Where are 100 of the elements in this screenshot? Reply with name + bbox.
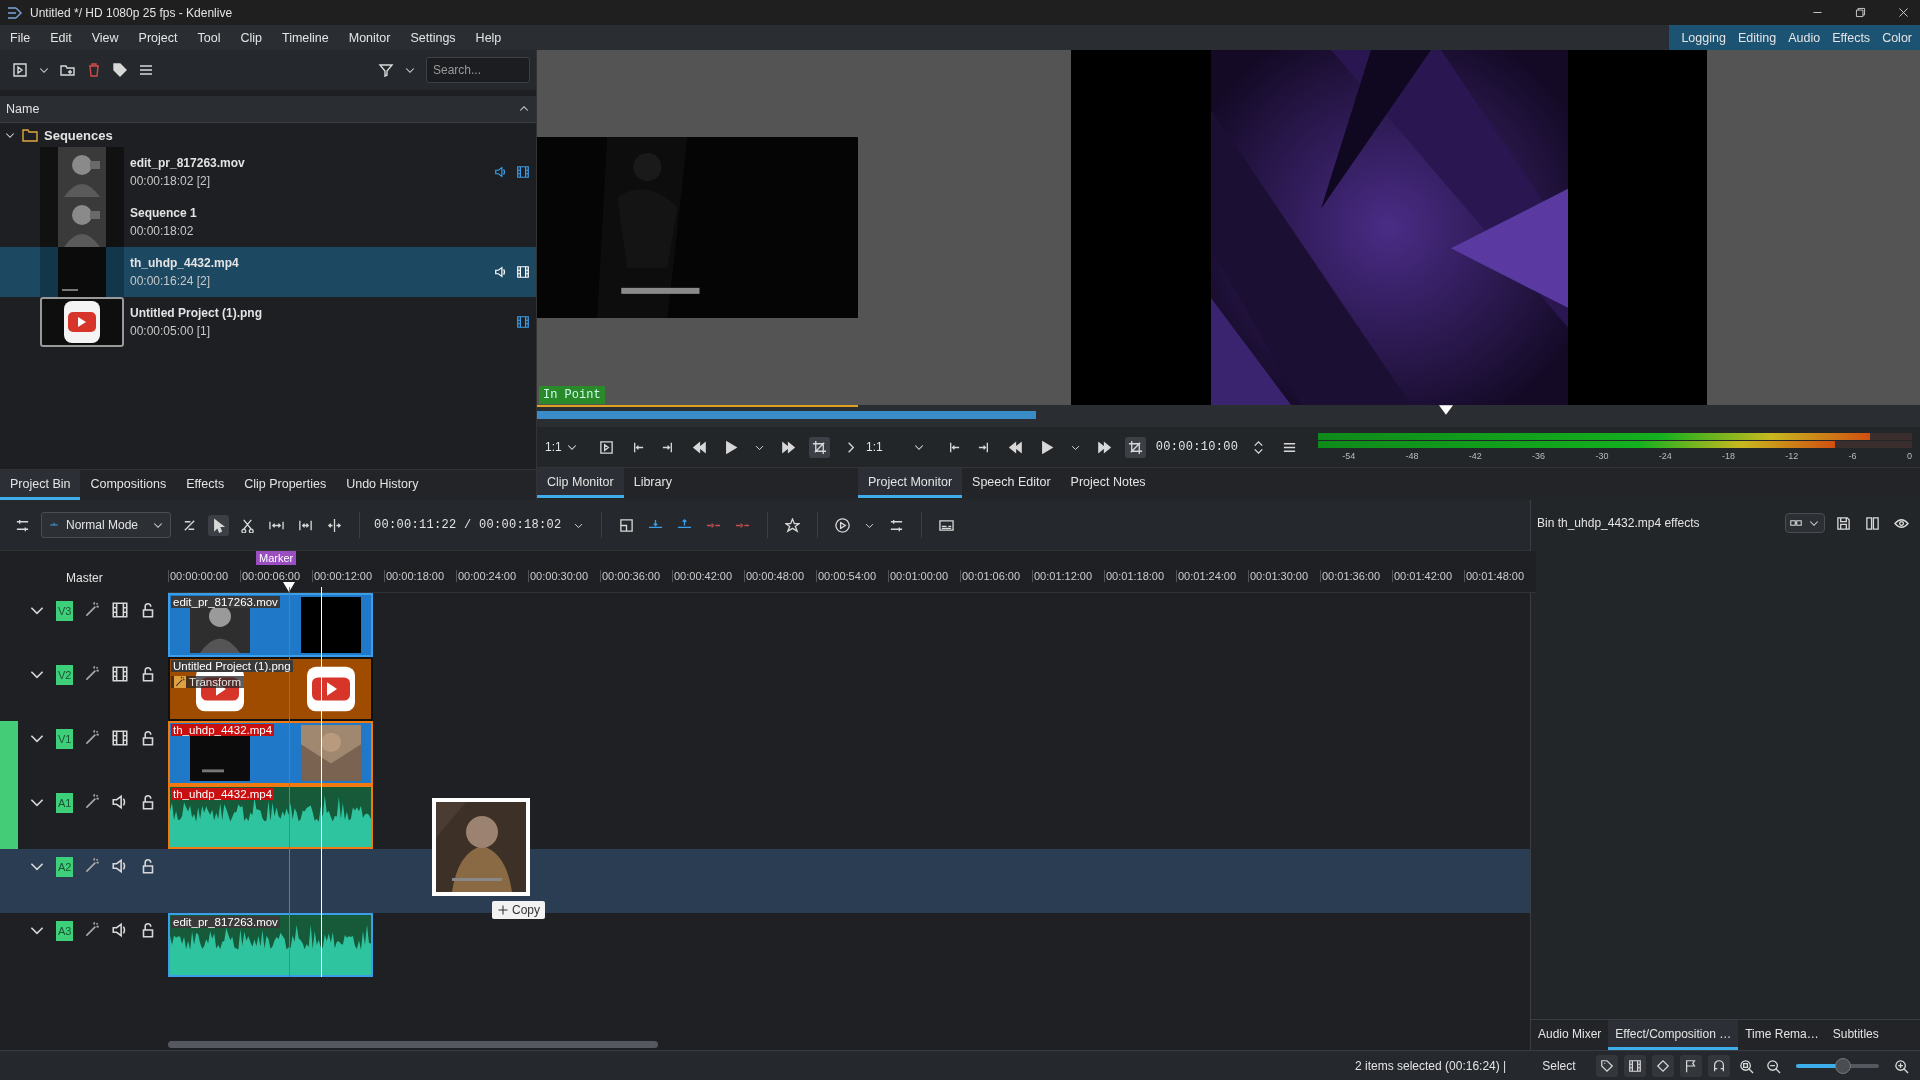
menu-item[interactable]: Project: [138, 30, 178, 45]
ruler-label: 00:01:12:00: [1032, 570, 1104, 582]
wand-icon[interactable]: [83, 793, 102, 811]
copy-tooltip: Copy: [492, 901, 545, 919]
timeline-ruler[interactable]: [168, 551, 1536, 593]
link-dropdown[interactable]: [1785, 513, 1825, 533]
workspace-tab[interactable]: Color: [1882, 30, 1912, 45]
tag-icon[interactable]: [112, 62, 128, 78]
bin-item[interactable]: Untitled Project (1).png 00:00:05:00 [1]: [0, 297, 536, 347]
panel-tab[interactable]: Time Rema…: [1738, 1020, 1826, 1050]
panel-tab[interactable]: Effect/Composition …: [1608, 1020, 1739, 1050]
timeline-clip[interactable]: th_uhdp_4432.mp4: [168, 721, 373, 785]
panel-tab[interactable]: Clip Properties: [234, 470, 337, 500]
clip-icon[interactable]: [12, 62, 28, 78]
menu-item[interactable]: Edit: [50, 30, 72, 45]
menu-item[interactable]: Monitor: [348, 30, 391, 45]
wand-icon: [174, 676, 186, 688]
meter-scale-label: -30: [1595, 451, 1609, 461]
monitor-ruler[interactable]: [858, 405, 1920, 427]
close-icon[interactable]: [1897, 6, 1910, 19]
track-name[interactable]: A1: [56, 793, 74, 813]
panel-tab[interactable]: Effects: [176, 470, 235, 500]
clip-label: edit_pr_817263.mov: [171, 596, 280, 608]
magnet-icon[interactable]: [1707, 1055, 1730, 1077]
menu-item[interactable]: Timeline: [281, 30, 329, 45]
panel-tab[interactable]: Subtitles: [1825, 1020, 1886, 1050]
crop-icon[interactable]: [808, 436, 830, 458]
wand-icon[interactable]: [83, 857, 102, 875]
column-header[interactable]: Name: [0, 96, 536, 123]
timecode-field[interactable]: 00:00:10:00: [1155, 440, 1239, 454]
zoom-dropdown[interactable]: 1:1: [866, 440, 933, 454]
menu-item[interactable]: File: [10, 30, 31, 45]
film-icon[interactable]: [1623, 1055, 1646, 1077]
track-name[interactable]: A2: [56, 857, 74, 877]
timeline-clip[interactable]: Untitled Project (1).png Transform: [168, 657, 373, 721]
bin-item[interactable]: edit_pr_817263.mov 00:00:18:02 [2]: [0, 147, 536, 197]
panel-tab[interactable]: Compositions: [80, 470, 177, 500]
folder-name[interactable]: Sequences: [44, 127, 113, 143]
bin-item[interactable]: th_uhdp_4432.mp4 00:00:16:24 [2]: [0, 247, 536, 297]
panel-tab[interactable]: Undo History: [336, 470, 429, 500]
restore-icon[interactable]: [1854, 6, 1867, 19]
menu-item[interactable]: Settings: [410, 30, 456, 45]
timeline-clip[interactable]: edit_pr_817263.mov: [168, 593, 373, 657]
workspace-tab[interactable]: Logging: [1681, 30, 1726, 45]
film-icon[interactable]: [111, 665, 130, 683]
monitor-ruler[interactable]: [537, 405, 858, 427]
marker-icon[interactable]: [1651, 1055, 1674, 1077]
workspace-tab[interactable]: Effects: [1832, 30, 1871, 45]
crop-icon[interactable]: [1124, 436, 1146, 458]
meter-scale-label: -18: [1722, 451, 1735, 461]
menu-item[interactable]: Tool: [197, 30, 221, 45]
bin-item[interactable]: Sequence 1 00:00:18:02: [0, 197, 536, 247]
zoom-dropdown[interactable]: 1:1: [545, 440, 586, 454]
workspace-tab[interactable]: Audio: [1788, 30, 1821, 45]
zoom-slider[interactable]: [1795, 1058, 1879, 1074]
track-name[interactable]: V1: [56, 729, 74, 749]
panel-tab[interactable]: Project Monitor: [858, 468, 963, 498]
effects-panel-title: Bin th_uhdp_4432.mp4 effects: [1537, 516, 1700, 530]
track-name[interactable]: V3: [56, 601, 74, 621]
panel-tab[interactable]: Project Bin: [0, 470, 81, 500]
menu-item[interactable]: Help: [475, 30, 502, 45]
panel-tab[interactable]: Clip Monitor: [537, 468, 624, 498]
menu-item[interactable]: View: [91, 30, 119, 45]
marker-label[interactable]: Marker: [256, 551, 297, 565]
panel-tab[interactable]: Speech Editor: [962, 468, 1061, 498]
mode-dropdown[interactable]: Normal Mode: [41, 512, 171, 538]
master-label[interactable]: Master: [0, 551, 168, 593]
timeline-clip[interactable]: th_uhdp_4432.mp4: [168, 785, 373, 849]
scrollbar[interactable]: [168, 1041, 658, 1048]
folder-add-icon[interactable]: [60, 62, 76, 78]
trash-icon[interactable]: [86, 62, 102, 78]
timeline-clip[interactable]: edit_pr_817263.mov: [168, 913, 373, 977]
film-icon[interactable]: [111, 601, 130, 619]
menu-icon[interactable]: [138, 62, 154, 78]
ruler-label: 00:00:42:00: [672, 570, 744, 582]
film-icon[interactable]: [111, 729, 130, 747]
ruler-label: 00:01:00:00: [888, 570, 960, 582]
wand-icon[interactable]: [83, 665, 102, 683]
panel-tab[interactable]: Project Notes: [1060, 468, 1156, 498]
search-field[interactable]: Search...: [426, 57, 530, 83]
track-name[interactable]: V2: [56, 665, 74, 685]
pointer-icon[interactable]: [208, 514, 229, 536]
timecode-display: 00:00:11:22 / 00:00:18:02: [374, 518, 562, 532]
link-icon: [1790, 517, 1802, 529]
workspace-tab[interactable]: Editing: [1737, 30, 1777, 45]
track-name[interactable]: A3: [56, 921, 74, 941]
flag-icon[interactable]: [1679, 1055, 1702, 1077]
panel-tab[interactable]: Audio Mixer: [1531, 1020, 1609, 1050]
filter-icon[interactable]: [378, 62, 394, 78]
meter-scale-label: -12: [1785, 451, 1799, 461]
menu-item[interactable]: Clip: [240, 30, 262, 45]
wand-icon[interactable]: [83, 601, 102, 619]
clip-name: th_uhdp_4432.mp4: [130, 256, 239, 270]
panel-tab[interactable]: Library: [623, 468, 682, 498]
clip-label: th_uhdp_4432.mp4: [171, 788, 275, 800]
effect-name: Transform: [189, 676, 241, 688]
wand-icon[interactable]: [83, 729, 102, 747]
tag-icon[interactable]: [1595, 1055, 1618, 1077]
wand-icon[interactable]: [83, 921, 102, 939]
meter-scale-label: -6: [1848, 451, 1857, 461]
